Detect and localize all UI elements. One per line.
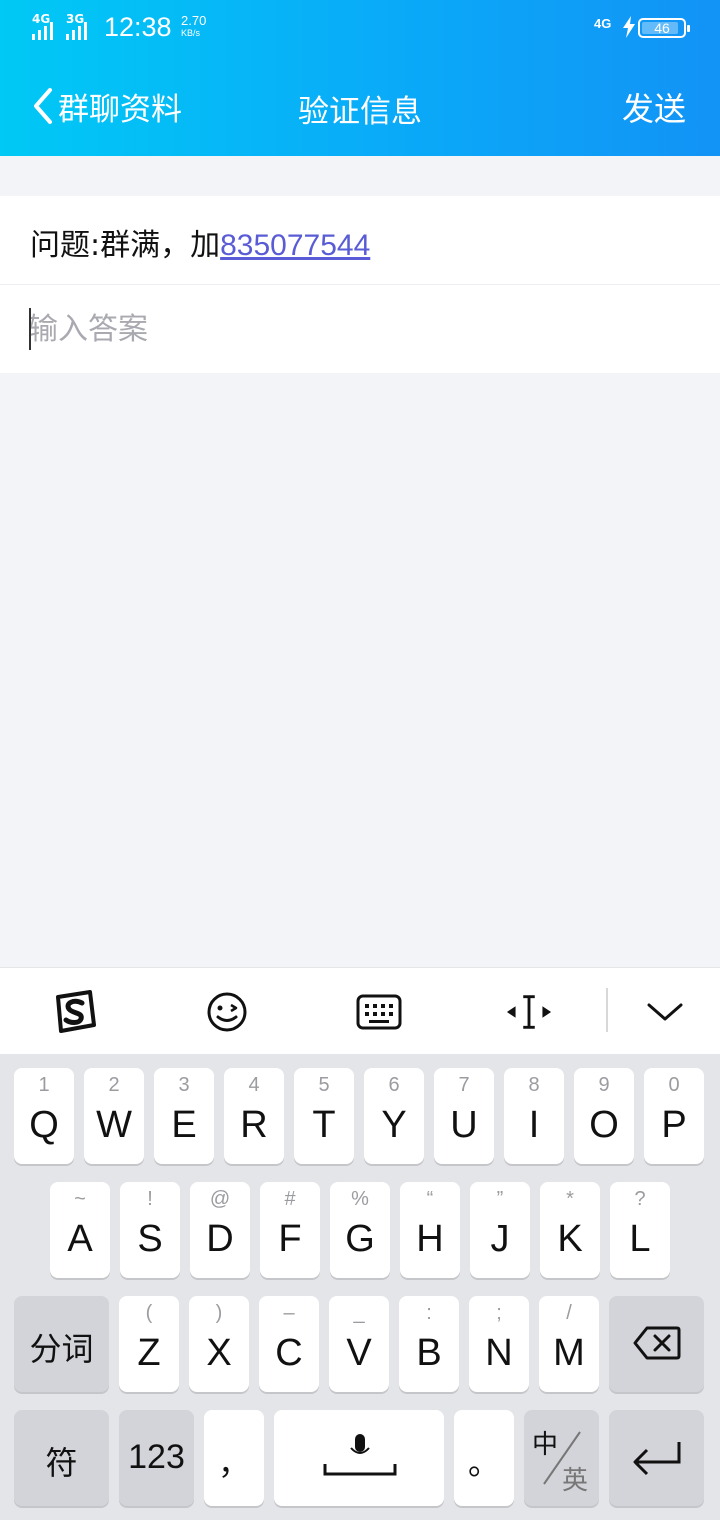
space-key[interactable] — [274, 1410, 444, 1506]
segment-key[interactable]: 分词 — [14, 1296, 109, 1392]
key-o[interactable]: 9O — [574, 1068, 634, 1164]
key-x[interactable]: ) X — [189, 1296, 249, 1392]
key-l[interactable]: ? L — [610, 1182, 670, 1278]
signal-icon-2: 3G — [66, 12, 87, 40]
key-s[interactable]: ! S — [120, 1182, 180, 1278]
keyboard-toolbar — [0, 967, 720, 1054]
enter-key[interactable] — [609, 1410, 704, 1506]
backspace-key[interactable] — [609, 1296, 704, 1392]
network-type-2: 3G — [66, 12, 85, 26]
key-t[interactable]: 5T — [294, 1068, 354, 1164]
app-header: 4G 3G 12:38 2.70 KB/s 4G 46 群聊资料 验证信息 发送 — [0, 0, 720, 156]
number-link[interactable]: 835077544 — [220, 229, 370, 262]
status-bar: 4G 3G 12:38 2.70 KB/s 4G 46 — [0, 0, 720, 56]
network-type-right: 4G — [594, 16, 612, 31]
key-d[interactable]: @ D — [190, 1182, 250, 1278]
key-g[interactable]: % G — [330, 1182, 390, 1278]
key-h[interactable]: “H — [400, 1182, 460, 1278]
key-j[interactable]: ” J — [470, 1182, 530, 1278]
key-z[interactable]: (Z — [119, 1296, 179, 1392]
enter-icon — [633, 1442, 681, 1476]
key-n[interactable]: ; N — [469, 1296, 529, 1392]
key-y[interactable]: 6Y — [364, 1068, 424, 1164]
nav-bar: 群聊资料 验证信息 发送 — [0, 70, 720, 142]
toolbar-divider — [606, 988, 608, 1032]
keyboard-icon[interactable] — [355, 988, 403, 1036]
language-toggle-key[interactable]: 中 英 — [524, 1410, 599, 1506]
key-p[interactable]: 0P — [644, 1068, 704, 1164]
key-e[interactable]: 3E — [154, 1068, 214, 1164]
key-k[interactable]: * K — [540, 1182, 600, 1278]
cursor-move-icon[interactable] — [505, 988, 553, 1036]
keyboard: 1Q 2W 3E 4R 5T 6Y 7U 8I 9O 0P ~ A ! S @ D #… — [0, 1054, 720, 1520]
key-w[interactable]: 2W — [84, 1068, 144, 1164]
emoji-icon[interactable] — [203, 988, 251, 1036]
answer-input[interactable] — [28, 303, 688, 355]
comma-key[interactable]: ， — [204, 1410, 264, 1506]
backspace-icon — [633, 1326, 681, 1360]
sogou-logo-icon[interactable] — [51, 988, 99, 1036]
question-text: 问题:群满，加835077544 — [30, 220, 370, 264]
number-key[interactable]: 123 — [119, 1410, 194, 1506]
signal-icon: 4G — [32, 12, 53, 40]
key-q[interactable]: 1Q — [14, 1068, 74, 1164]
microphone-icon — [323, 1434, 397, 1476]
key-m[interactable]: / M — [539, 1296, 599, 1392]
key-r[interactable]: 4R — [224, 1068, 284, 1164]
charging-icon — [623, 16, 635, 38]
network-type-1: 4G — [32, 12, 51, 26]
page-title: 验证信息 — [298, 94, 422, 130]
symbol-key[interactable]: 符 — [14, 1410, 109, 1506]
key-c[interactable]: – C — [259, 1296, 319, 1392]
battery-level: 46 — [654, 20, 670, 36]
key-a[interactable]: ~ A — [50, 1182, 110, 1278]
chevron-down-icon[interactable] — [641, 988, 689, 1036]
key-i[interactable]: 8I — [504, 1068, 564, 1164]
question-label: 问题:群满，加 — [30, 228, 221, 263]
clock: 12:38 — [104, 12, 172, 42]
send-button[interactable]: 发送 — [622, 84, 686, 130]
period-key[interactable]: 。 — [454, 1410, 514, 1506]
key-v[interactable]: _ V — [329, 1296, 389, 1392]
lang-en-label: 英 — [562, 1466, 589, 1496]
network-speed: 2.70 KB/s — [181, 13, 207, 38]
key-f[interactable]: # F — [260, 1182, 320, 1278]
battery-icon: 46 — [638, 18, 690, 38]
text-cursor — [29, 308, 31, 350]
key-b[interactable]: :B — [399, 1296, 459, 1392]
key-u[interactable]: 7U — [434, 1068, 494, 1164]
question-row: 问题:群满，加835077544 — [0, 196, 720, 284]
answer-row — [0, 285, 720, 373]
